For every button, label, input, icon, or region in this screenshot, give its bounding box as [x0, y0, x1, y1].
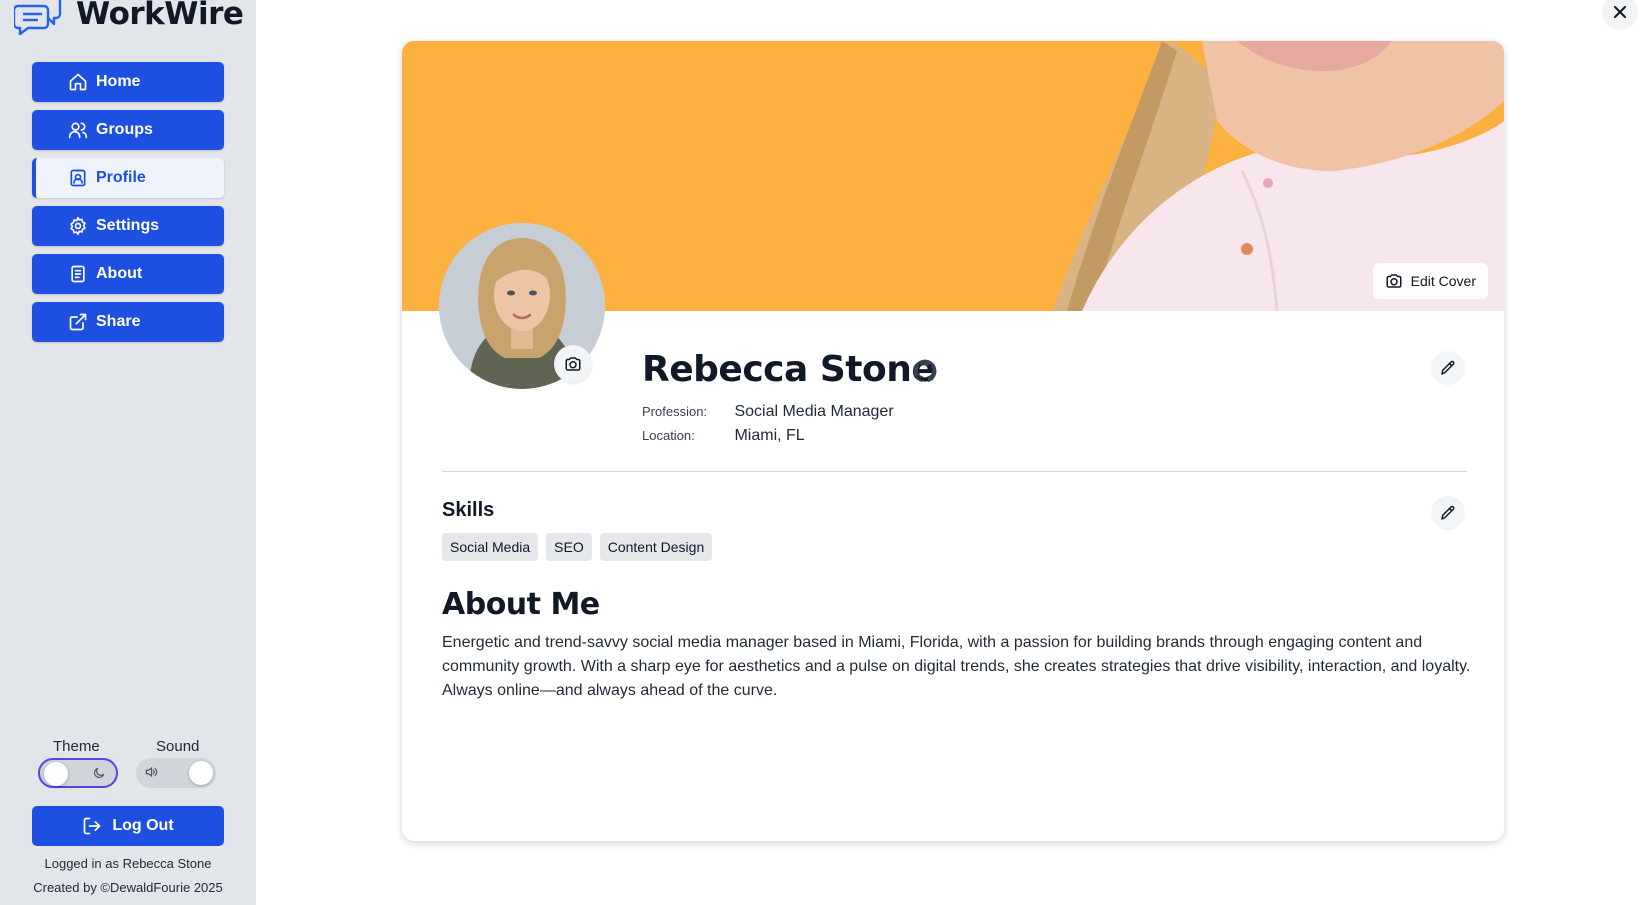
divider: [442, 471, 1467, 472]
sidebar-item-settings[interactable]: Settings: [32, 206, 224, 246]
users-icon: [68, 122, 88, 139]
camera-icon: [1386, 274, 1402, 288]
logged-in-text: Logged in as Rebecca Stone: [44, 856, 212, 871]
brand[interactable]: WorkWire: [14, 0, 244, 36]
sound-toggle-knob: [189, 761, 213, 785]
sidebar-item-label: Home: [96, 73, 141, 90]
document-icon: [71, 265, 85, 283]
theme-toggle[interactable]: [38, 758, 118, 788]
location-key: Location:: [642, 428, 695, 443]
sidebar-item-share[interactable]: Share: [32, 302, 224, 342]
gear-icon: [70, 216, 86, 236]
profession-key: Profession:: [642, 404, 708, 419]
skill-chip: SEO: [546, 533, 592, 561]
sidebar-item-home[interactable]: Home: [32, 62, 224, 102]
camera-icon: [565, 357, 581, 371]
sidebar-item-about[interactable]: About: [32, 254, 224, 294]
sound-label: Sound: [156, 738, 200, 755]
profession-field: Profession: Social Media Manager: [642, 403, 894, 421]
pencil-icon: [1441, 360, 1455, 375]
edit-skills-button[interactable]: [1431, 496, 1465, 530]
speaker-icon: [145, 766, 158, 778]
home-icon: [69, 73, 87, 91]
sidebar: WorkWire Home Groups Profile Settings Ab…: [0, 0, 256, 905]
external-link-icon: [69, 313, 87, 331]
sidebar-item-label: About: [96, 265, 143, 282]
sidebar-item-label: Profile: [96, 169, 146, 186]
logout-button[interactable]: Log Out: [32, 806, 224, 846]
sound-toggle[interactable]: [136, 758, 216, 788]
sidebar-item-label: Share: [96, 313, 141, 330]
profile-card-icon: [70, 169, 86, 187]
pencil-icon: [1441, 505, 1455, 520]
skills-heading: Skills: [442, 499, 495, 521]
location-field: Location: Miami, FL: [642, 427, 805, 445]
chat-logo-icon: [14, 0, 62, 36]
change-avatar-button[interactable]: [554, 345, 592, 383]
profession-value: Social Media Manager: [734, 403, 894, 420]
github-icon[interactable]: [912, 358, 938, 384]
theme-label: Theme: [53, 738, 100, 755]
close-button[interactable]: [1602, 0, 1638, 30]
sidebar-item-groups[interactable]: Groups: [32, 110, 224, 150]
edit-cover-button[interactable]: Edit Cover: [1372, 263, 1488, 299]
skills-list: Social Media SEO Content Design: [442, 533, 713, 561]
sidebar-nav: Home Groups Profile Settings About Share: [32, 62, 224, 350]
location-value: Miami, FL: [734, 427, 805, 444]
moon-icon: [94, 767, 105, 778]
sidebar-item-profile[interactable]: Profile: [32, 158, 224, 198]
skill-chip: Social Media: [442, 533, 539, 561]
app-name: WorkWire: [76, 0, 244, 32]
skill-chip: Content Design: [599, 533, 713, 561]
close-icon: [1614, 6, 1626, 18]
theme-toggle-knob: [44, 762, 68, 786]
edit-profile-button[interactable]: [1431, 351, 1465, 385]
sidebar-item-label: Groups: [96, 121, 153, 138]
logout-icon: [84, 817, 101, 835]
profile-name: Rebecca Stone: [642, 349, 936, 390]
about-heading: About Me: [442, 587, 600, 622]
logout-label: Log Out: [112, 817, 174, 834]
profile-card: Edit Cover Rebecca Stone Profession: Soc…: [402, 41, 1504, 841]
about-text: Energetic and trend-savvy social media m…: [442, 634, 1471, 699]
credit-text: Created by ©DewaldFourie 2025: [33, 880, 223, 895]
sidebar-item-label: Settings: [96, 217, 160, 234]
edit-cover-label: Edit Cover: [1410, 273, 1476, 289]
